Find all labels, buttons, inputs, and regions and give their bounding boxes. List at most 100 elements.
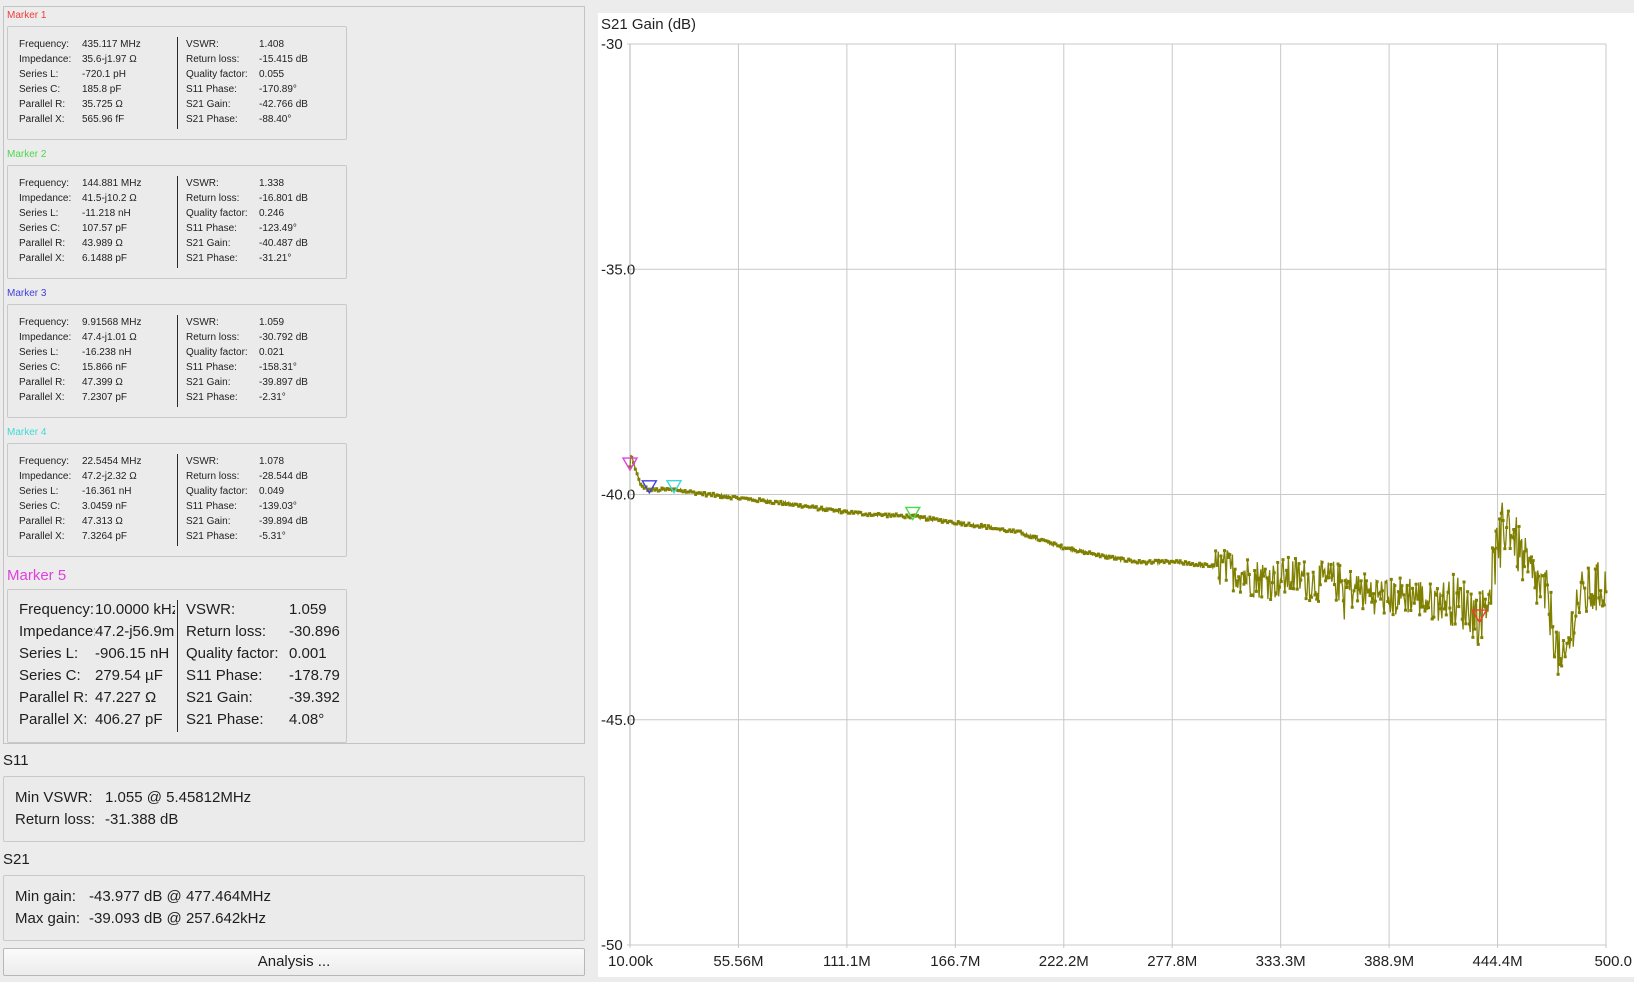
parallel-r-value: 35.725 Ω	[82, 99, 123, 110]
trace-point	[1412, 601, 1416, 605]
series-l-label: Series L:	[19, 486, 59, 497]
trace-point	[1471, 635, 1475, 639]
trace-point	[1405, 583, 1409, 587]
max-gain-row: Max gain: -39.093 dB @ 257.642kHz	[15, 910, 266, 927]
trace-point	[1510, 535, 1514, 539]
trace-point	[1269, 597, 1273, 601]
trace-point	[1260, 595, 1264, 599]
quality-factor-value: 0.049	[259, 486, 285, 497]
s21-gain-value: -42.766 dB	[259, 99, 308, 110]
return-loss-label: Return loss:	[186, 193, 240, 204]
marker-1-title: Marker 1	[7, 10, 47, 21]
trace-point	[1451, 572, 1455, 576]
trace-point	[1423, 609, 1427, 613]
series-c-value: 3.0459 nF	[82, 501, 128, 512]
min-vswr-row: Min VSWR: 1.055 @ 5.45812MHz	[15, 789, 251, 806]
trace-point	[1545, 583, 1549, 587]
trace-point	[1317, 599, 1321, 603]
trace-point	[1347, 580, 1351, 584]
trace-point	[1498, 517, 1502, 521]
trace-point	[814, 505, 818, 509]
trace-point	[1313, 593, 1317, 597]
trace-point	[1247, 573, 1251, 577]
s11-phase-value: -139.03°	[259, 501, 297, 512]
trace-point	[1237, 575, 1241, 579]
trace-point	[1212, 563, 1216, 567]
trace-point	[1592, 594, 1596, 598]
trace-point	[1547, 612, 1551, 616]
series-l-value: -16.361 nH	[82, 486, 132, 497]
s21-gain-chart[interactable]: S21 Gain (dB) -30 -35.0 -40.0 -45.0 -50 10.00k…	[598, 13, 1634, 977]
trace-point	[1324, 579, 1328, 583]
impedance-value: 35.6-j1.97 Ω	[82, 54, 137, 65]
trace-point	[1577, 611, 1581, 615]
trace-point	[1593, 567, 1597, 571]
trace-point	[1414, 582, 1418, 586]
trace-point	[1219, 554, 1223, 558]
max-gain-value: -39.093 dB @ 257.642kHz	[89, 910, 267, 927]
trace-point	[1439, 607, 1443, 611]
markers-panel[interactable]: Marker 1 Frequency: 435.117 MHz Impedance: 3…	[3, 6, 585, 744]
s11-phase-label: S11 Phase:	[186, 501, 237, 512]
trace-point	[1494, 529, 1498, 533]
trace-point	[1403, 608, 1407, 612]
trace-point	[1411, 586, 1415, 590]
trace-point	[1201, 565, 1205, 569]
trace-point	[711, 491, 715, 495]
trace-point	[1464, 622, 1468, 626]
s11-phase-value: -123.49°	[259, 223, 297, 234]
trace-point	[1482, 604, 1486, 608]
trace-point	[1350, 605, 1354, 609]
parallel-x-value: 7.2307 pF	[82, 392, 128, 403]
impedance-label: Impedance:	[19, 332, 72, 343]
trace-point	[1226, 555, 1230, 559]
trace-point	[1228, 553, 1232, 557]
parallel-r-value: 47.227 Ω	[95, 689, 157, 706]
trace-point	[1478, 591, 1482, 595]
return-loss-value: -30.792 dB	[259, 332, 308, 343]
trace-point	[1370, 600, 1374, 604]
frequency-value: 435.117 MHz	[82, 39, 141, 50]
trace-point	[1418, 613, 1422, 617]
trace-point	[1222, 549, 1226, 553]
frequency-value: 22.5454 MHz	[82, 456, 142, 467]
x-tick-label: 277.8M	[1147, 953, 1197, 970]
trace-point	[1233, 567, 1237, 571]
trace-point	[1499, 511, 1503, 515]
vswr-label: VSWR:	[186, 601, 236, 618]
return-loss-value: -28.544 dB	[259, 471, 308, 482]
trace-point	[1301, 573, 1305, 577]
analysis-button[interactable]: Analysis ...	[3, 948, 585, 976]
s21-phase-label: S21 Phase:	[186, 253, 238, 264]
series-c-label: Series C:	[19, 667, 81, 684]
trace-point	[1214, 549, 1218, 553]
vswr-value: 1.338	[259, 178, 285, 189]
trace-point	[1361, 607, 1365, 611]
trace-point	[1348, 569, 1352, 573]
trace-point	[1302, 560, 1306, 564]
trace-point	[1308, 599, 1312, 603]
trace-point	[1279, 580, 1283, 584]
return-loss-value: -16.801 dB	[259, 193, 308, 204]
trace-point	[1485, 604, 1489, 608]
trace-point	[1522, 565, 1526, 569]
trace-point	[1427, 606, 1431, 610]
trace-point	[1599, 589, 1603, 593]
trace-point	[1299, 578, 1303, 582]
parallel-r-value: 47.399 Ω	[82, 377, 123, 388]
series-l-value: -16.238 nH	[82, 347, 132, 358]
series-c-value: 107.57 pF	[82, 223, 128, 234]
trace-point	[1450, 611, 1454, 615]
trace-point	[1277, 585, 1281, 589]
x-tick-label: 388.9M	[1364, 953, 1414, 970]
x-tick-label: 444.4M	[1473, 953, 1523, 970]
chart-canvas[interactable]: S21 Gain (dB)-30-35.0-40.0-45.0-5010.00k…	[598, 13, 1634, 977]
vswr-value: 1.078	[259, 456, 285, 467]
trace-point	[885, 515, 889, 519]
trace-point	[1515, 565, 1519, 569]
column-divider	[177, 37, 178, 129]
quality-factor-value: 0.001	[289, 645, 327, 662]
trace-point	[1354, 586, 1358, 590]
trace-point	[1375, 580, 1379, 584]
trace-point	[1588, 596, 1592, 600]
